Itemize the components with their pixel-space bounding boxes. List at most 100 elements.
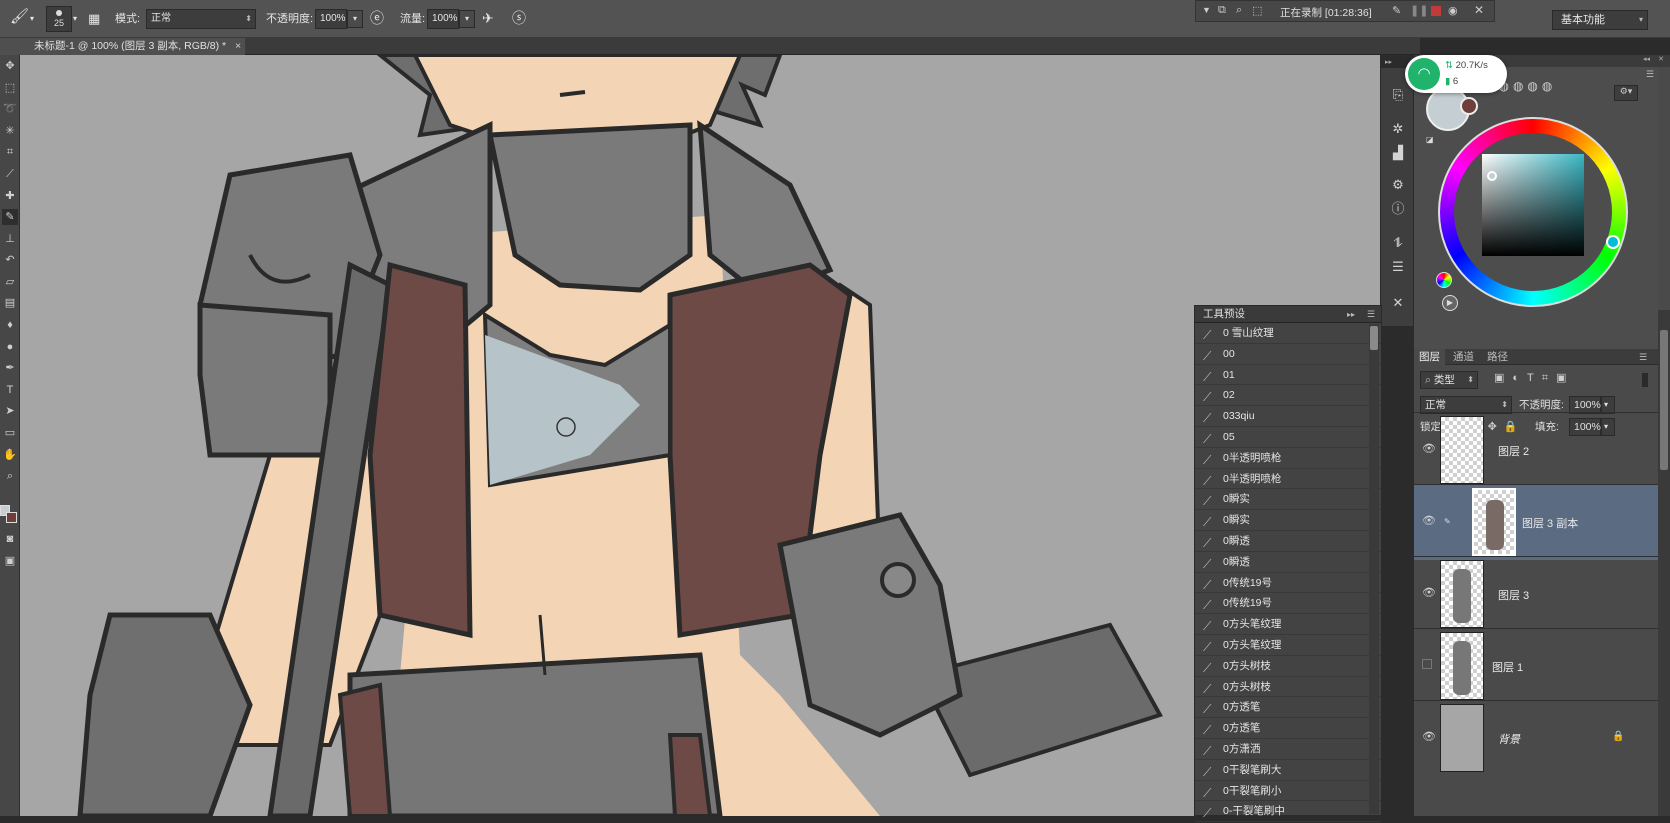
recorder-menu-icon[interactable]: ▼ [1202,5,1211,15]
quick-select-tool-icon[interactable]: ✳ [2,123,18,139]
eraser-tool-icon[interactable]: ▱ [2,274,18,290]
pen-tool-icon[interactable]: ✒ [2,360,18,376]
play-icon[interactable]: ▶ [1442,295,1458,311]
saturation-value-square[interactable] [1482,154,1584,256]
history-brush-tool-icon[interactable]: ↶ [2,252,18,268]
pressure-opacity-icon[interactable]: ⓔ [370,8,384,28]
type-tool-icon[interactable]: T [2,382,18,398]
tool-preset-item[interactable]: ⟋ 0方透笔 [1195,697,1381,719]
recorder-close-icon[interactable]: ✕ [1474,3,1484,17]
panel-menu-icon[interactable]: ☰ [1634,349,1652,365]
visibility-off-box[interactable] [1422,659,1432,669]
tool-preset-item[interactable]: ⟋ 0方头笔纹理 [1195,635,1381,656]
tool-preset-item[interactable]: ⟋ 0传统19号 [1195,593,1381,615]
panel-menu-icon[interactable]: ☰ [1367,306,1375,323]
tool-preset-item[interactable]: ⟋ 0传统19号 [1195,573,1381,594]
airbrush-icon[interactable]: ✈ [482,8,494,28]
tool-preset-item[interactable]: ⟋ 0-干裂笔刷中 [1195,801,1381,823]
tab-paths[interactable]: 路径 [1482,349,1513,365]
visibility-eye-icon[interactable]: 👁 [1422,515,1436,527]
tool-presets-panel-icon[interactable]: ✕ [1389,294,1407,312]
document-close-icon[interactable]: × [235,40,241,52]
tool-preset-item[interactable]: ⟋ 0 雪山纹理 [1195,323,1381,344]
tool-preset-item[interactable]: ⟋ 0方头笔纹理 [1195,614,1381,635]
layer-filter-select[interactable]: ⌕ 类型 ⬍ [1420,371,1478,389]
histogram-panel-icon[interactable]: ▟ [1389,144,1407,162]
hand-tool-icon[interactable]: ✋ [2,447,18,463]
filter-toggle-icon[interactable] [1642,373,1648,387]
recorder-pause-icon[interactable]: ❚❚ [1410,4,1428,17]
recorder-region-icon[interactable]: ⬚ [1252,4,1262,17]
zoom-tool-icon[interactable]: ⌕ [2,468,18,484]
layer-row-layer-1[interactable]: 图层 1 [1414,628,1658,704]
eyedropper-tool-icon[interactable]: ⟋ [2,166,18,182]
shape-tool-icon[interactable]: ▭ [2,425,18,441]
recorder-zoom-icon[interactable]: ⌕ [1236,4,1242,17]
hue-ring[interactable] [1438,117,1628,307]
recorder-camera-icon[interactable]: ◉ [1448,4,1458,17]
tool-preset-item[interactable]: ⟋ 0方头树枝 [1195,656,1381,677]
hue-picker-handle[interactable] [1606,235,1620,249]
tool-preset-item[interactable]: ⟋ 0方头树枝 [1195,677,1381,698]
swap-colors-icon[interactable]: ◪ [1426,135,1434,144]
tool-preset-item[interactable]: ⟋ 0半透明喷枪 [1195,469,1381,490]
tool-preset-item[interactable]: ⟋ 0方潇洒 [1195,739,1381,760]
quick-mask-icon[interactable]: ◙ [2,531,18,547]
panel-collapse-icon[interactable]: ◂◂ [1643,55,1650,63]
tab-layers[interactable]: 图层 [1414,349,1445,365]
pressure-size-icon[interactable]: ⓢ [512,8,526,28]
clone-stamp-tool-icon[interactable]: ⊥ [2,231,18,247]
tool-preset-item[interactable]: ⟋ 0方透笔 [1195,718,1381,739]
brush-tool-icon[interactable]: ✎ [2,209,18,225]
recorder-stop-icon[interactable] [1431,6,1441,16]
layer-row-layer-2[interactable]: 👁 图层 2 [1414,412,1658,488]
sv-picker-handle[interactable] [1487,171,1497,181]
opacity-input[interactable]: 100% [315,9,347,29]
tool-preset-item[interactable]: ⟋ 0干裂笔刷小 [1195,781,1381,802]
healing-brush-tool-icon[interactable]: ✚ [2,188,18,204]
mode-select[interactable]: 正常 ⬍ [146,9,256,29]
opacity-slider-toggle-icon[interactable]: ▾ [347,10,363,28]
background-color-preview[interactable] [1460,97,1478,115]
scrollbar-thumb[interactable] [1370,326,1378,350]
adjustments-panel-icon[interactable]: ☰ [1389,258,1407,276]
tool-preset-item[interactable]: ⟋ 033qiu [1195,406,1381,427]
color-mode-icon[interactable] [1436,272,1452,288]
panel-menu-icon[interactable]: ☰ [1646,69,1654,80]
tool-preset-item[interactable]: ⟋ 00 [1195,344,1381,365]
navigator-panel-icon[interactable]: ✲ [1389,120,1407,138]
brush-size-picker[interactable]: 25 [46,6,72,32]
background-color-swatch[interactable] [6,512,17,523]
history-panel-icon[interactable]: ⎘ [1389,86,1407,104]
layer-row-layer-3-copy[interactable]: 👁 ✎ 图层 3 副本 [1414,484,1658,560]
lasso-tool-icon[interactable]: ➰ [2,101,18,117]
brush-presets-panel-icon[interactable]: ⥮ [1389,234,1407,252]
blur-tool-icon[interactable]: ♦ [2,317,18,333]
tool-preset-item[interactable]: ⟋ 0干裂笔刷大 [1195,760,1381,781]
brush-panel-toggle-icon[interactable]: ▦ [88,9,100,29]
visibility-eye-icon[interactable]: 👁 [1422,731,1436,743]
panel-close-icon[interactable]: ✕ [1658,55,1664,63]
layer-row-layer-3[interactable]: 👁 图层 3 [1414,556,1658,632]
brush-tool-icon[interactable]: 🖌 [10,7,29,27]
tool-presets-scrollbar[interactable] [1369,324,1379,814]
scrollbar-thumb[interactable] [1660,330,1668,470]
visibility-eye-icon[interactable]: 👁 [1422,443,1436,455]
crop-tool-icon[interactable]: ⌗ [2,144,18,160]
layer-row-background[interactable]: 👁 背景 🔒 [1414,700,1658,776]
tool-preset-item[interactable]: ⟋ 0瞬实 [1195,510,1381,531]
document-tab[interactable]: 未标题-1 @ 100% (图层 3 副本, RGB/8) * × [0,38,245,55]
move-tool-icon[interactable]: ✥ [2,58,18,74]
tool-preset-dropdown-icon[interactable]: ▾ [30,9,34,29]
panel-collapse-icon[interactable]: ▸▸ [1347,306,1355,323]
tool-preset-item[interactable]: ⟋ 02 [1195,385,1381,407]
tool-preset-item[interactable]: ⟋ 0瞬实 [1195,489,1381,511]
tool-preset-item[interactable]: ⟋ 05 [1195,427,1381,448]
screen-mode-icon[interactable]: ▣ [2,553,18,569]
recorder-pen-icon[interactable]: ✎ [1392,4,1401,17]
marquee-tool-icon[interactable]: ⬚ [2,80,18,96]
flow-input[interactable]: 100% [427,9,459,29]
recorder-window-icon[interactable]: ⧉ [1218,4,1226,17]
visibility-eye-icon[interactable]: 👁 [1422,587,1436,599]
canvas[interactable] [20,55,1380,816]
